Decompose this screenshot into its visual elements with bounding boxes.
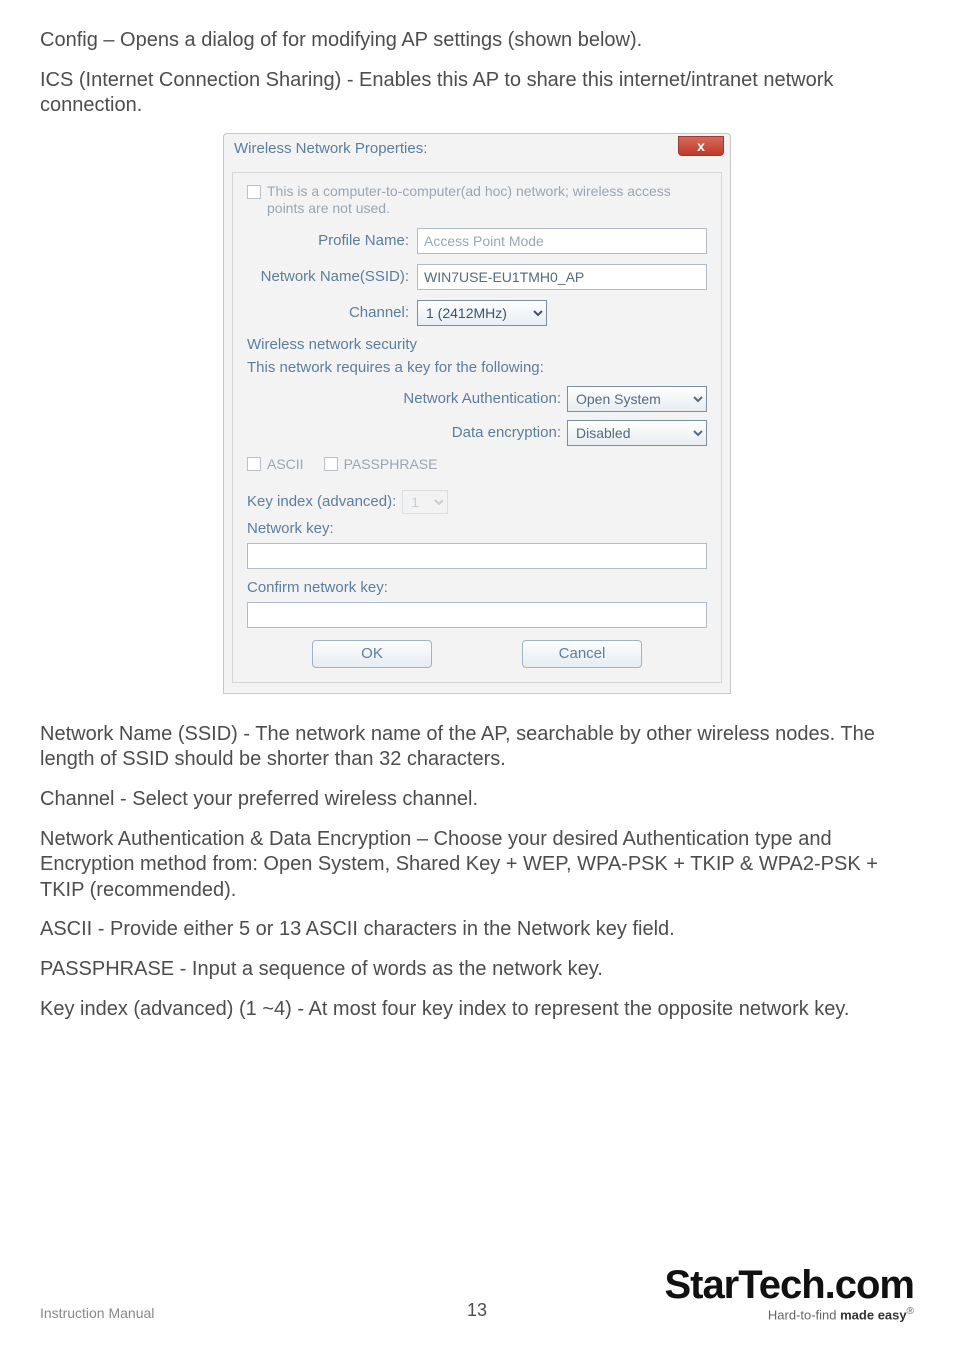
wireless-properties-dialog: Wireless Network Properties: x This is a… <box>223 133 731 694</box>
key-index-select: 1 <box>402 490 448 514</box>
tagline-prefix: Hard-to-find <box>768 1307 840 1322</box>
dialog-title-bar: Wireless Network Properties: x <box>224 134 730 168</box>
intro-config: Config – Opens a dialog of for modifying… <box>40 28 914 54</box>
explain-ssid: Network Name (SSID) - The network name o… <box>40 722 914 773</box>
dialog-body: This is a computer-to-computer(ad hoc) n… <box>232 172 722 683</box>
page-footer: Instruction Manual 13 StarTech.com Hard-… <box>40 1265 914 1321</box>
encryption-select[interactable]: Disabled <box>567 420 707 446</box>
explain-keyindex: Key index (advanced) (1 ~4) - At most fo… <box>40 997 914 1023</box>
key-index-label: Key index (advanced): <box>247 493 396 510</box>
dialog-screenshot: Wireless Network Properties: x This is a… <box>40 133 914 694</box>
ascii-label: ASCII <box>267 456 304 472</box>
brand-logo: StarTech.com Hard-to-find made easy® <box>664 1265 914 1321</box>
close-button[interactable]: x <box>678 136 724 156</box>
footer-left-text: Instruction Manual <box>40 1305 154 1321</box>
brand-suffix: .com <box>825 1263 914 1307</box>
network-key-input[interactable] <box>247 543 707 569</box>
ssid-label: Network Name(SSID): <box>247 268 417 285</box>
confirm-key-input[interactable] <box>247 602 707 628</box>
intro-ics: ICS (Internet Connection Sharing) - Enab… <box>40 68 914 119</box>
ok-button[interactable]: OK <box>312 640 432 668</box>
tagline-bold: made easy <box>840 1307 907 1322</box>
profile-name-label: Profile Name: <box>247 232 417 249</box>
encryption-label: Data encryption: <box>452 424 561 441</box>
auth-label: Network Authentication: <box>403 390 561 407</box>
adhoc-label: This is a computer-to-computer(ad hoc) n… <box>267 183 707 218</box>
dialog-title: Wireless Network Properties: <box>234 140 427 157</box>
ascii-checkbox[interactable] <box>247 457 261 471</box>
brand-name: StarTech <box>664 1263 824 1307</box>
cancel-button[interactable]: Cancel <box>522 640 642 668</box>
passphrase-checkbox[interactable] <box>324 457 338 471</box>
explain-channel: Channel - Select your preferred wireless… <box>40 787 914 813</box>
channel-select[interactable]: 1 (2412MHz) <box>417 300 547 326</box>
registered-mark: ® <box>907 1306 914 1317</box>
explain-passphrase: PASSPHRASE - Input a sequence of words a… <box>40 957 914 983</box>
profile-name-input[interactable] <box>417 228 707 254</box>
adhoc-checkbox[interactable] <box>247 185 261 199</box>
security-heading: Wireless network security <box>247 336 707 353</box>
auth-select[interactable]: Open System <box>567 386 707 412</box>
page-number: 13 <box>467 1300 487 1321</box>
channel-label: Channel: <box>247 304 417 321</box>
explain-auth: Network Authentication & Data Encryption… <box>40 827 914 904</box>
requires-key-text: This network requires a key for the foll… <box>247 359 707 376</box>
explain-ascii: ASCII - Provide either 5 or 13 ASCII cha… <box>40 917 914 943</box>
network-key-label: Network key: <box>247 520 707 537</box>
passphrase-label: PASSPHRASE <box>344 456 438 472</box>
confirm-key-label: Confirm network key: <box>247 579 707 596</box>
ssid-input[interactable] <box>417 264 707 290</box>
close-icon: x <box>697 138 705 154</box>
